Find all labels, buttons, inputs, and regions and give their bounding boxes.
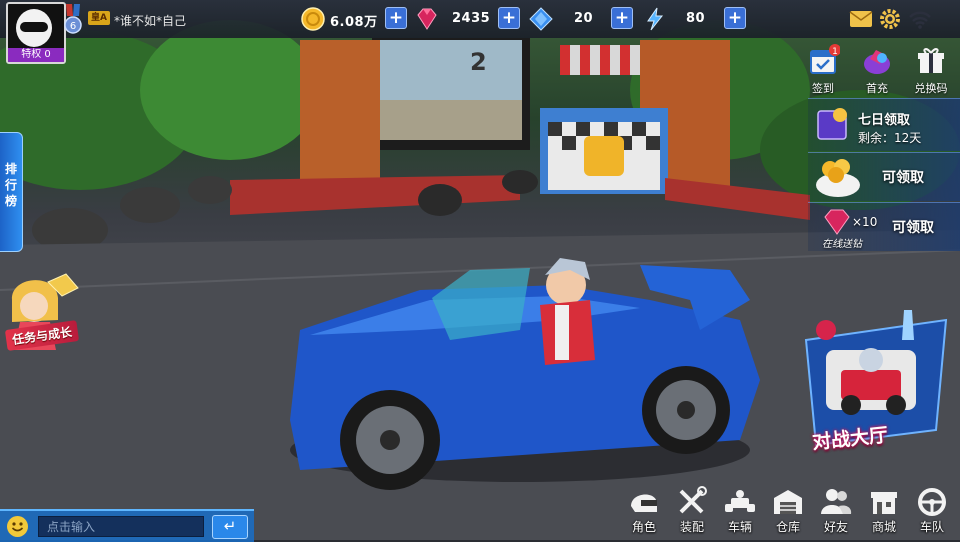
online-gems-reward[interactable]: ×10 在线送钻 可领取: [808, 202, 960, 251]
svg-text:2: 2: [470, 48, 487, 76]
vip-level: 0: [44, 49, 51, 60]
nav-shop-label: 商城: [871, 520, 896, 534]
chat-send-button[interactable]: ↵: [212, 515, 248, 539]
seven-day-remaining: 剩余：12天: [858, 131, 922, 145]
settings-gear-icon[interactable]: [878, 8, 902, 30]
gift-gems-icon: [864, 50, 890, 74]
nav-team-label: 车队: [919, 520, 944, 534]
energy-display: 80: [642, 6, 722, 32]
medal-level: 6: [70, 21, 76, 32]
friends-icon: [821, 489, 852, 514]
nav-warehouse[interactable]: 仓库: [766, 486, 810, 536]
online-gems-claim: 可领取: [892, 220, 934, 236]
player-avatar[interactable]: 特权 0: [6, 2, 66, 64]
add-coins-button[interactable]: +: [385, 7, 407, 29]
nav-friends-label: 好友: [823, 520, 848, 534]
steering-wheel-icon: [918, 488, 946, 516]
player-name: *谁不如*自己: [114, 14, 187, 28]
first-recharge-button[interactable]: 首充: [854, 44, 900, 96]
redeem-code-button[interactable]: 兑换码: [908, 44, 954, 96]
rewards-panel: 七日领取 剩余：12天 可领取 ×10 在线送钻 可领取: [808, 98, 960, 251]
emoji-smiley-icon[interactable]: [7, 516, 28, 537]
chat-input[interactable]: 点击输入: [38, 516, 204, 537]
chat-bar: 点击输入 ↵: [0, 509, 254, 542]
gift-box-icon: [918, 48, 944, 73]
vip-label: 特权 0: [8, 48, 64, 62]
coins-display: 6.08万: [300, 6, 380, 32]
lightning-icon: [647, 7, 664, 31]
blue-diamonds-display: 20: [528, 6, 608, 32]
sign-in-label: 签到: [812, 82, 834, 95]
online-gems-count: ×10: [852, 215, 878, 229]
nav-character-label: 角色: [631, 520, 656, 534]
mail-icon[interactable]: [849, 8, 873, 30]
redeem-code-label: 兑换码: [914, 82, 948, 95]
coin-pot-icon: [816, 159, 860, 197]
coins-value: 6.08万: [330, 15, 378, 30]
add-blue-diamonds-button[interactable]: +: [611, 7, 633, 29]
coin-reward[interactable]: 可领取: [808, 152, 960, 201]
medal-icon: 6: [64, 4, 82, 34]
seven-day-reward[interactable]: 七日领取 剩余：12天: [808, 98, 960, 151]
shop-icon: [871, 492, 897, 514]
gold-coin-icon: [301, 7, 325, 31]
seven-day-title: 七日领取: [858, 113, 911, 128]
calendar-icon: 1: [810, 44, 841, 74]
energy-value: 80: [686, 11, 706, 26]
online-gems-caption: 在线送钻: [822, 239, 862, 250]
red-gem-icon: [417, 8, 437, 30]
nav-vehicles-label: 车辆: [727, 520, 752, 534]
helmet-icon: [631, 494, 657, 512]
rank-badge: 皇A: [88, 11, 110, 25]
enter-arrow-icon: ↵: [223, 517, 237, 535]
red-gems-display: 2435: [414, 6, 494, 32]
reward-calendar-icon: [817, 108, 847, 140]
coin-reward-claim: 可领取: [882, 170, 924, 186]
nav-warehouse-label: 仓库: [775, 520, 800, 534]
warehouse-icon: [774, 490, 802, 514]
sign-in-button[interactable]: 1 签到: [800, 44, 846, 96]
kart-icon: [725, 490, 755, 512]
add-energy-button[interactable]: +: [724, 7, 746, 29]
nav-character[interactable]: 角色: [622, 486, 666, 536]
nav-friends[interactable]: 好友: [814, 486, 858, 536]
online-red-gem-icon: [824, 209, 850, 235]
wifi-signal-icon: [909, 11, 931, 29]
nav-vehicles[interactable]: 车辆: [718, 486, 762, 536]
leaderboard-label: 排行榜: [4, 162, 17, 208]
vip-text: 特权: [21, 49, 42, 60]
wrench-icon: [679, 486, 707, 514]
add-red-gems-button[interactable]: +: [498, 7, 520, 29]
nav-assembly[interactable]: 装配: [670, 486, 714, 536]
helmet-avatar-icon: [16, 9, 52, 47]
nav-team[interactable]: 车队: [910, 486, 954, 536]
leaderboard-tab[interactable]: 排行榜: [0, 132, 23, 252]
blue-diamonds-value: 20: [574, 11, 594, 26]
nav-shop[interactable]: 商城: [862, 486, 906, 536]
nav-assembly-label: 装配: [679, 520, 704, 534]
red-gems-value: 2435: [452, 11, 491, 26]
sign-in-badge: 1: [832, 47, 838, 57]
blue-diamond-icon: [529, 7, 553, 31]
first-recharge-label: 首充: [866, 82, 888, 95]
